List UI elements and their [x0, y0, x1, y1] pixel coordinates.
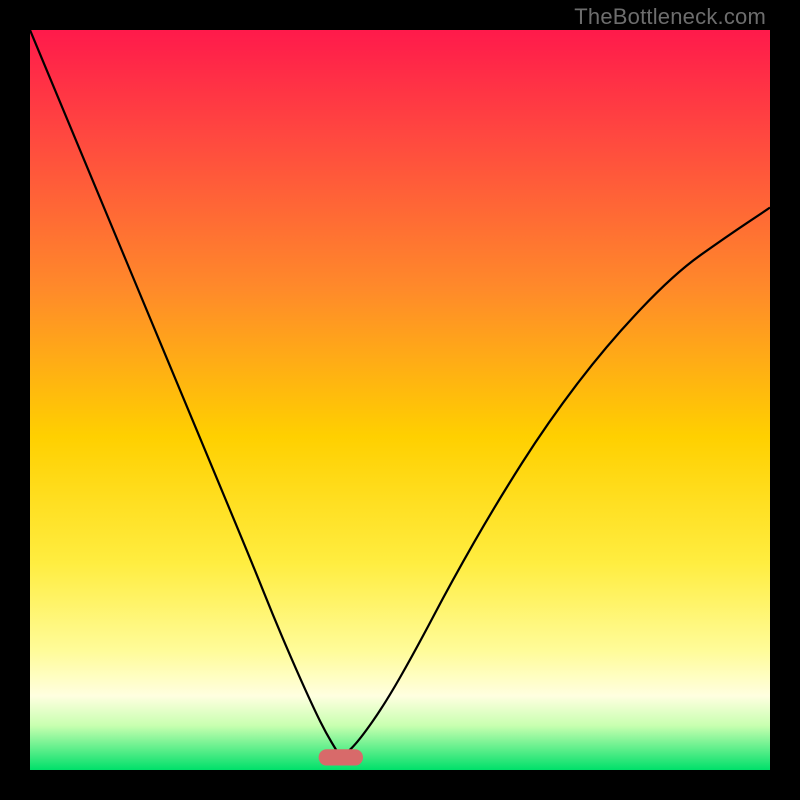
bottleneck-chart — [30, 30, 770, 770]
watermark-text: TheBottleneck.com — [574, 4, 766, 30]
minimum-marker — [319, 749, 363, 765]
plot-area — [30, 30, 770, 770]
chart-frame: TheBottleneck.com — [0, 0, 800, 800]
gradient-background — [30, 30, 770, 770]
